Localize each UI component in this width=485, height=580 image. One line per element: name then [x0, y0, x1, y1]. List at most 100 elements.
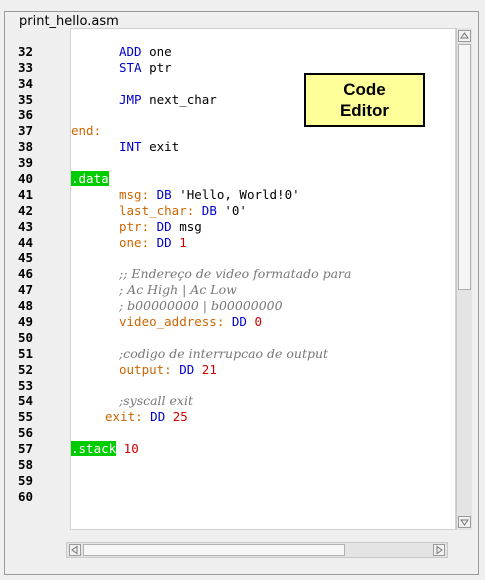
code-line-38: INT exit — [71, 139, 455, 155]
data-type: DB — [149, 186, 172, 202]
code-line-55: exit: DD 25 — [71, 409, 455, 425]
data-type: DD — [149, 218, 172, 234]
scroll-right-arrow-icon[interactable] — [433, 544, 445, 556]
data-type: DD — [224, 314, 247, 330]
data-type: DD — [171, 361, 195, 377]
label: video_address: — [119, 314, 225, 330]
label: last_char: — [119, 202, 195, 218]
directive: .stack — [71, 441, 117, 457]
label: ptr: — [119, 218, 150, 234]
line-number: 39 — [18, 155, 34, 171]
value: 'Hello, World!0' — [171, 186, 300, 202]
callout-line-2: Editor — [339, 101, 390, 120]
line-number: 50 — [18, 329, 34, 345]
operand: exit — [141, 139, 180, 155]
directive: .data — [71, 171, 109, 187]
line-number: 36 — [18, 107, 34, 123]
line-number: 49 — [18, 314, 34, 330]
scroll-up-arrow-icon[interactable] — [458, 30, 471, 42]
opcode: ADD — [119, 43, 142, 59]
value: 25 — [165, 409, 188, 425]
vertical-scroll-thumb[interactable] — [458, 44, 471, 290]
code-line-40: .data — [71, 171, 455, 187]
line-number: 52 — [18, 361, 34, 377]
code-line-44: one: DD 1 — [71, 234, 455, 251]
line-number: 53 — [18, 377, 34, 393]
horizontal-scroll-thumb[interactable] — [83, 544, 345, 556]
line-number: 38 — [18, 139, 34, 155]
code-line-46: ;; Endereço de video formatado para — [71, 266, 455, 282]
line-number: 34 — [18, 75, 34, 91]
comment: ;; Endereço de video formatado para — [119, 266, 352, 282]
callout-line-1: Code — [343, 80, 386, 99]
label: exit: — [105, 409, 143, 425]
line-number: 44 — [18, 234, 34, 250]
code-line-47: ; Ac High | Ac Low — [71, 282, 455, 298]
line-number: 45 — [18, 250, 34, 266]
line-number: 42 — [18, 202, 34, 218]
value: msg — [171, 218, 202, 234]
code-line-42: last_char: DB '0' — [71, 202, 455, 219]
code-line-43: ptr: DD msg — [71, 218, 455, 235]
code-line-32: ADD one — [71, 43, 455, 60]
code-line-54: ;syscall exit — [71, 393, 455, 409]
comment: ; Ac High | Ac Low — [119, 282, 237, 298]
line-number: 37 — [18, 123, 34, 139]
operand: one — [141, 43, 172, 59]
line-number: 48 — [18, 298, 34, 314]
scroll-left-arrow-icon[interactable] — [69, 544, 81, 556]
line-number: 57 — [18, 441, 34, 457]
opcode: JMP — [119, 91, 142, 107]
line-number: 55 — [18, 409, 34, 425]
line-number: 58 — [18, 457, 34, 473]
line-number: 56 — [18, 425, 34, 441]
code-line-57: .stack 10 — [71, 441, 455, 457]
code-editor-callout: Code Editor — [304, 73, 425, 127]
line-number: 35 — [18, 91, 34, 107]
horizontal-scrollbar[interactable] — [66, 542, 448, 558]
line-number: 33 — [18, 59, 34, 75]
value: 1 — [171, 234, 187, 250]
line-number: 54 — [18, 393, 34, 409]
line-number: 43 — [18, 218, 34, 234]
opcode: INT — [119, 139, 142, 155]
code-line-51: ;codigo de interrupcao de output — [71, 345, 455, 362]
line-number-gutter: 3132333435363738394041424344454647484950… — [18, 28, 58, 505]
comment: ;codigo de interrupcao de output — [119, 345, 329, 361]
value: 21 — [194, 361, 217, 377]
value: 10 — [116, 441, 139, 457]
opcode: STA — [119, 59, 142, 75]
data-type: DB — [194, 202, 217, 218]
comment: ;syscall exit — [119, 393, 193, 409]
label: msg: — [119, 186, 150, 202]
label: output: — [119, 361, 172, 377]
line-number: 46 — [18, 266, 34, 282]
scroll-down-arrow-icon[interactable] — [458, 516, 471, 528]
code-line-41: msg: DB 'Hello, World!0' — [71, 186, 455, 203]
line-number: 59 — [18, 472, 34, 488]
code-line-48: ; b00000000 | b00000000 — [71, 298, 455, 314]
line-number: 41 — [18, 186, 34, 202]
line-number: 32 — [18, 43, 34, 59]
vertical-scrollbar[interactable] — [456, 28, 472, 530]
code-line-49: video_address: DD 0 — [71, 314, 455, 330]
data-type: DD — [149, 234, 172, 250]
label: one: — [119, 234, 150, 250]
operand: ptr — [141, 59, 172, 75]
operand: next_char — [141, 91, 217, 107]
data-type: DD — [142, 409, 166, 425]
value: '0' — [216, 202, 247, 218]
label: end: — [71, 123, 102, 139]
comment: ; b00000000 | b00000000 — [119, 298, 283, 314]
value: 0 — [246, 314, 262, 330]
code-line-52: output: DD 21 — [71, 361, 455, 378]
